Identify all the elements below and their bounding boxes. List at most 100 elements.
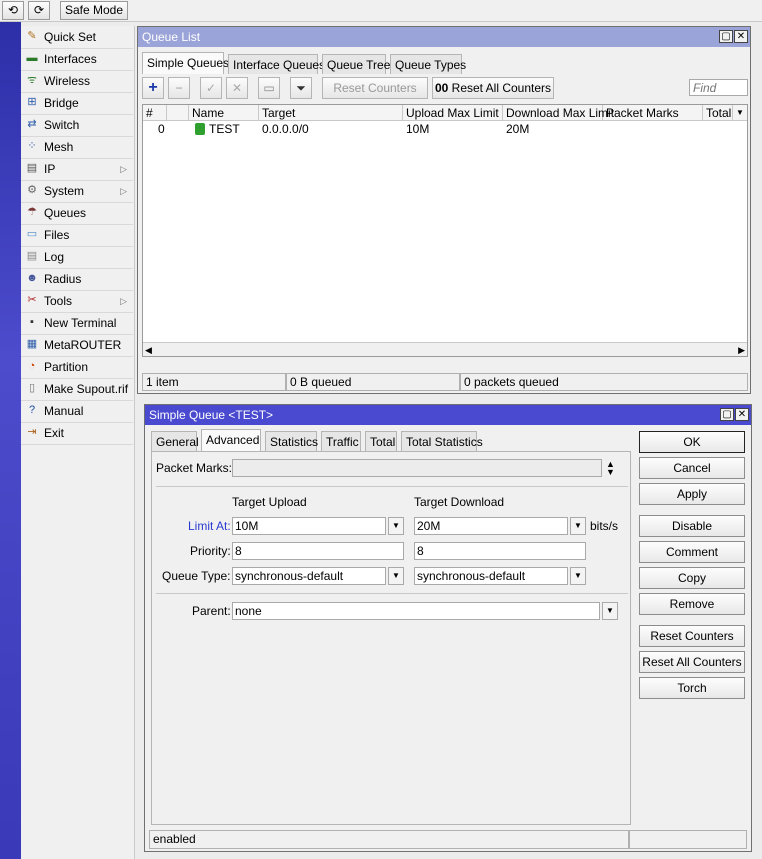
tab-queue-types[interactable]: Queue Types <box>390 54 466 74</box>
reset-counters-button[interactable]: Reset Counters <box>322 77 428 99</box>
comment-icon[interactable]: ▭ <box>258 77 280 99</box>
sidebar-item-new-terminal[interactable]: ▪ New Terminal <box>21 312 133 335</box>
sidebar-item-radius[interactable]: ☻ Radius <box>21 268 133 291</box>
col-number[interactable]: # <box>143 105 167 121</box>
remove-button[interactable]: Remove <box>639 593 745 615</box>
torch-button[interactable]: Torch <box>639 677 745 699</box>
close-icon[interactable]: ✕ <box>734 30 748 43</box>
reset-counters-label: Reset Counters <box>333 81 417 95</box>
undo-icon[interactable]: ⟲ <box>2 1 24 20</box>
col-download-max-limit[interactable]: Download Max Limit <box>503 105 614 121</box>
disable-icon[interactable]: ✕ <box>226 77 248 99</box>
sidebar-item-partition[interactable]: ◔ Partition <box>21 356 133 379</box>
queue-toolbar: + − ✓ ✕ ▭ ⏷ Reset Counters 00 Reset All … <box>142 77 748 99</box>
tab-statistics[interactable]: Statistics <box>265 431 318 451</box>
apply-button[interactable]: Apply <box>639 483 745 505</box>
add-icon[interactable]: + <box>142 77 164 99</box>
sidebar-item-exit[interactable]: ⇥ Exit <box>21 422 133 445</box>
tab-interface-queues[interactable]: Interface Queues <box>228 54 325 74</box>
limit-at-download-dropdown-icon[interactable]: ▼ <box>570 517 586 535</box>
packet-marks-field[interactable] <box>232 459 602 477</box>
sidebar-item-label: Bridge <box>44 96 79 110</box>
submenu-arrow-icon: ▷ <box>120 164 127 174</box>
sidebar-item-switch[interactable]: ⇄ Switch <box>21 114 133 137</box>
filter-icon[interactable]: ⏷ <box>290 77 312 99</box>
tab-traffic[interactable]: Traffic <box>321 431 361 451</box>
copy-button[interactable]: Copy <box>639 567 745 589</box>
queue-type-download-dropdown-icon[interactable]: ▼ <box>570 567 586 585</box>
tab-total[interactable]: Total <box>365 431 397 451</box>
window-title: Simple Queue <TEST> <box>145 405 751 425</box>
sidebar-item-label: MetaROUTER <box>44 338 122 352</box>
quick-set-icon: ✎ <box>27 30 37 42</box>
maximize-icon[interactable]: ▢ <box>719 30 733 43</box>
sidebar-item-system[interactable]: ⚙ System ▷ <box>21 180 133 203</box>
supout-icon: ▯ <box>28 382 36 394</box>
sidebar-item-bridge[interactable]: ⊞ Bridge <box>21 92 133 115</box>
parent-select[interactable]: none <box>232 602 600 620</box>
tab-total-statistics[interactable]: Total Statistics <box>401 431 483 451</box>
scroll-left-icon[interactable]: ◀ <box>145 343 152 357</box>
dialog-status-bar: enabled <box>149 830 629 849</box>
column-menu-icon[interactable]: ▼ <box>733 105 747 121</box>
sidebar-item-queues[interactable]: ☂ Queues <box>21 202 133 225</box>
dialog-actions: OK Cancel Apply Disable Comment Copy Rem… <box>639 430 747 720</box>
col-flags[interactable] <box>167 105 189 121</box>
sidebar-item-interfaces[interactable]: ▬ Interfaces <box>21 48 133 71</box>
target-upload-header: Target Upload <box>232 495 307 509</box>
close-icon[interactable]: ✕ <box>735 408 749 421</box>
sidebar-item-wireless[interactable]: ᯤ Wireless <box>21 70 133 93</box>
col-upload-max-limit[interactable]: Upload Max Limit <box>403 105 503 121</box>
redo-icon[interactable]: ⟳ <box>28 1 50 20</box>
window-title: Queue List <box>138 27 750 47</box>
find-input[interactable] <box>689 79 748 96</box>
disable-button[interactable]: Disable <box>639 515 745 537</box>
sidebar-item-tools[interactable]: ✂ Tools ▷ <box>21 290 133 313</box>
table-row[interactable]: 0 TEST 0.0.0.0/0 10M 20M <box>143 122 747 136</box>
queue-type-upload-dropdown-icon[interactable]: ▼ <box>388 567 404 585</box>
sidebar-item-mesh[interactable]: ⁘ Mesh <box>21 136 133 159</box>
sidebar-item-ip[interactable]: ▤ IP ▷ <box>21 158 133 181</box>
limit-at-upload-dropdown-icon[interactable]: ▼ <box>388 517 404 535</box>
row-upload: 10M <box>406 122 430 136</box>
enable-icon[interactable]: ✓ <box>200 77 222 99</box>
log-icon: ▤ <box>26 250 38 262</box>
scroll-right-icon[interactable]: ▶ <box>738 343 745 357</box>
col-target[interactable]: Target <box>259 105 403 121</box>
sidebar-item-log[interactable]: ▤ Log <box>21 246 133 269</box>
reset-counters-button[interactable]: Reset Counters <box>639 625 745 647</box>
priority-upload-input[interactable]: 8 <box>232 542 404 560</box>
sidebar-item-make-supout-rif[interactable]: ▯ Make Supout.rif <box>21 378 133 401</box>
sidebar-item-files[interactable]: ▭ Files <box>21 224 133 247</box>
col-packet-marks[interactable]: Packet Marks <box>603 105 703 121</box>
parent-dropdown-icon[interactable]: ▼ <box>602 602 618 620</box>
remove-icon[interactable]: − <box>168 77 190 99</box>
ip-icon: ▤ <box>26 162 38 174</box>
comment-button[interactable]: Comment <box>639 541 745 563</box>
maximize-icon[interactable]: ▢ <box>720 408 734 421</box>
reset-all-counters-button[interactable]: 00 Reset All Counters <box>432 77 554 99</box>
tab-simple-queues[interactable]: Simple Queues <box>142 52 229 74</box>
horizontal-scrollbar[interactable]: ◀ ▶ <box>143 342 747 356</box>
col-name[interactable]: Name <box>189 105 259 121</box>
sidebar-item-manual[interactable]: ? Manual <box>21 400 133 423</box>
queue-type-download-select[interactable]: synchronous-default <box>414 567 568 585</box>
cancel-button[interactable]: Cancel <box>639 457 745 479</box>
sidebar-item-quick-set[interactable]: ✎ Quick Set <box>21 26 133 49</box>
tab-queue-tree[interactable]: Queue Tree <box>322 54 390 74</box>
tab-advanced[interactable]: Advanced <box>201 429 261 451</box>
ok-button[interactable]: OK <box>639 431 745 453</box>
limit-at-upload-input[interactable]: 10M <box>232 517 386 535</box>
updown-icon[interactable]: ▲ ▼ <box>606 460 615 477</box>
safe-mode-button[interactable]: Safe Mode <box>60 1 128 20</box>
limit-at-download-input[interactable]: 20M <box>414 517 568 535</box>
sidebar-item-metarouter[interactable]: ▦ MetaROUTER <box>21 334 133 357</box>
wireless-icon: ᯤ <box>26 74 38 86</box>
reset-all-counters-button[interactable]: Reset All Counters <box>639 651 745 673</box>
priority-download-input[interactable]: 8 <box>414 542 586 560</box>
queue-type-upload-select[interactable]: synchronous-default <box>232 567 386 585</box>
status-items: 1 item <box>142 373 286 391</box>
divider <box>156 486 628 487</box>
tab-general[interactable]: General <box>151 431 199 451</box>
col-total[interactable]: Total <box>703 105 733 121</box>
